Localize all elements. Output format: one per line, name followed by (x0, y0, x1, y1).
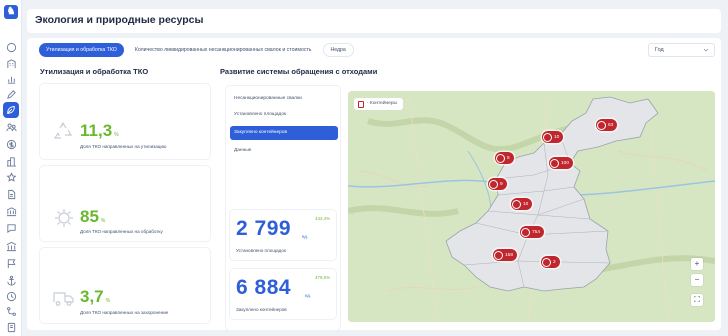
kpi-label: Доля ТКО направленных на захоронение (80, 310, 169, 315)
map-marker[interactable]: 158 (493, 249, 518, 261)
main-content: Утилизация и обработка ТКО Количество ли… (27, 38, 721, 330)
people-icon[interactable] (5, 121, 17, 133)
institution-icon[interactable] (5, 240, 17, 252)
pencil-icon[interactable] (5, 88, 17, 100)
right-section-title: Развитие системы обращения с отходами (220, 67, 378, 76)
stat-value: 2 799 (236, 217, 292, 240)
bank-icon[interactable] (5, 205, 17, 217)
zoom-in-button[interactable]: + (691, 258, 703, 270)
building-icon[interactable] (5, 57, 17, 69)
menu-item-illegal-dumps[interactable]: Несанкционированные свалки (230, 92, 338, 106)
container-pin-icon (494, 250, 503, 260)
notebook-icon[interactable] (5, 321, 17, 333)
chevron-down-icon (703, 48, 709, 52)
map-marker[interactable]: 5 (495, 152, 514, 164)
tab-bar: Утилизация и обработка ТКО Количество ли… (39, 43, 354, 59)
stat-value: 6 884 (236, 276, 292, 299)
flag-icon[interactable] (5, 257, 17, 269)
kpi-card-burial: 3,7% Доля ТКО направленных на захоронени… (40, 248, 210, 323)
tab-subsoil[interactable]: Недра (322, 43, 354, 57)
stat-unit: ед. (302, 234, 308, 239)
stat-card-sites: 2 799 ед. 442,4% Установлено площадок (230, 210, 336, 260)
document-icon[interactable] (5, 188, 17, 200)
city-icon[interactable] (5, 155, 17, 167)
year-select-value: Год (655, 47, 664, 53)
kpi-label: Доля ТКО направленных на утилизацию (80, 144, 167, 149)
clock-icon[interactable] (5, 290, 17, 302)
container-pin-icon (489, 179, 498, 189)
stat-label: Установлено площадок (236, 248, 286, 253)
stat-label: Закуплено контейнеров (236, 307, 287, 312)
truck-icon (53, 292, 74, 306)
map-marker[interactable]: 75л (520, 226, 545, 238)
menu-item-containers-purchased[interactable]: Закуплено контейнеров (230, 126, 338, 140)
map-legend-label: - Контейнеры (367, 101, 397, 106)
kpi-value: 11,3% (80, 121, 119, 140)
fullscreen-button[interactable]: ⛶ (691, 294, 703, 306)
stat-delta: 442,4% (315, 216, 330, 221)
tab-illegal-dumps[interactable]: Количество ликвидированных несанкциониро… (128, 43, 319, 57)
processing-icon (55, 209, 73, 227)
map-marker[interactable]: 100 (549, 157, 574, 169)
tab-waste-utilization[interactable]: Утилизация и обработка ТКО (39, 43, 124, 57)
container-pin-icon (597, 120, 606, 130)
map-legend: - Контейнеры (354, 98, 403, 110)
map-marker[interactable]: 2 (541, 256, 560, 268)
menu-item-data[interactable]: Данные (230, 144, 338, 158)
stat-unit: ед. (305, 293, 311, 298)
region-map[interactable]: . - Контейнеры 63 10 5 100 9 10 75л 158 … (348, 91, 715, 322)
kpi-card-processing: 85% Доля ТКО направленных на обработку (40, 166, 210, 241)
svg-text:.: . (352, 211, 353, 216)
page-title: Экология и природные ресурсы (35, 14, 204, 26)
left-section-title: Утилизация и обработка ТКО (40, 67, 149, 76)
container-pin-icon (496, 153, 505, 163)
year-select[interactable]: Год (648, 43, 715, 57)
map-marker[interactable]: 9 (488, 178, 507, 190)
stat-delta: 479,5% (315, 275, 330, 280)
sidebar: ♞ (0, 0, 22, 336)
map-background: . (348, 91, 715, 322)
stat-card-containers: 6 884 ед. 479,5% Закуплено контейнеров (230, 269, 336, 319)
route-icon[interactable] (5, 305, 17, 317)
container-pin-icon (543, 132, 552, 142)
leaf-icon[interactable] (3, 102, 19, 118)
dollar-icon[interactable] (5, 138, 17, 150)
container-pin-icon (512, 199, 521, 209)
map-marker[interactable]: 10 (542, 131, 564, 143)
recycle-icon (53, 121, 73, 139)
page-header: Экология и природные ресурсы (27, 9, 721, 33)
menu-item-sites-installed[interactable]: Установлено площадок (230, 108, 338, 122)
star-icon[interactable] (5, 171, 17, 183)
zoom-out-button[interactable]: − (691, 274, 703, 286)
kpi-card-utilization: 11,3% Доля ТКО направленных на утилизаци… (40, 84, 210, 159)
map-marker[interactable]: 63 (596, 119, 618, 131)
app-logo[interactable]: ♞ (4, 5, 18, 19)
kpi-value: 85% (80, 207, 106, 226)
home-icon[interactable] (5, 41, 17, 53)
container-icon (358, 100, 364, 108)
kpi-value: 3,7% (80, 287, 111, 306)
chat-icon[interactable] (5, 222, 17, 234)
container-pin-icon (550, 158, 559, 168)
container-pin-icon (521, 227, 530, 237)
chart-icon[interactable] (5, 73, 17, 85)
kpi-label: Доля ТКО направленных на обработку (80, 229, 163, 234)
map-marker[interactable]: 10 (511, 198, 533, 210)
container-pin-icon (542, 257, 551, 267)
anchor-icon[interactable] (5, 274, 17, 286)
